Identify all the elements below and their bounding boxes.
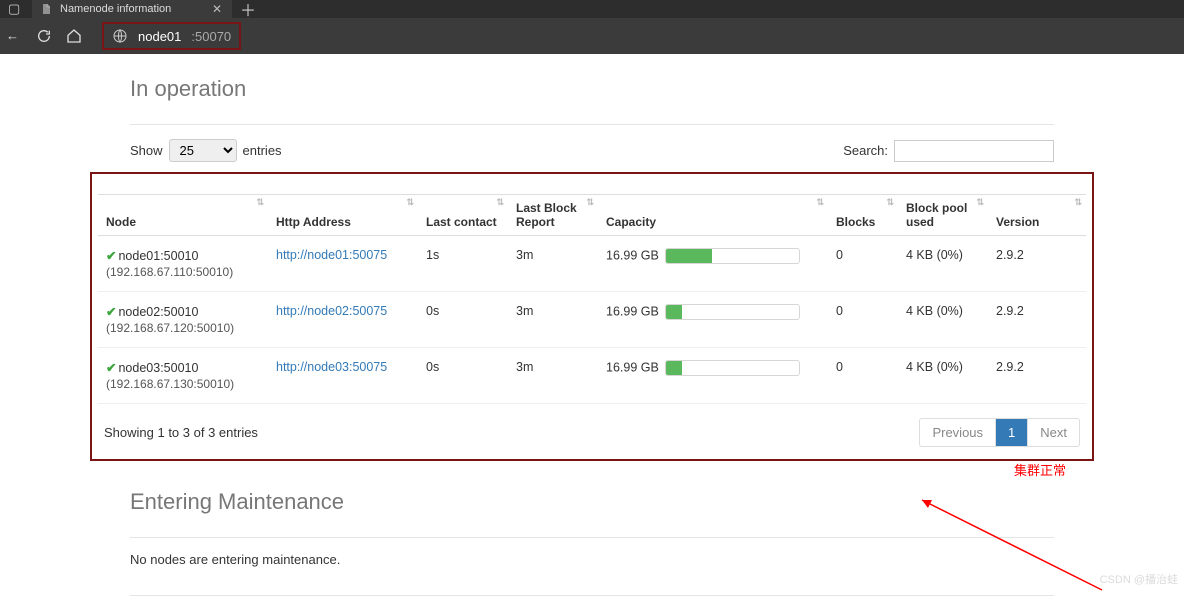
sort-icon: ⇅ <box>256 197 264 208</box>
node-address: (192.168.67.110:50010) <box>106 265 260 279</box>
node-name: node01:50010 <box>118 249 198 263</box>
page-content: In operation Show 102550100 entries Sear… <box>0 54 1184 596</box>
status-check-icon: ✔ <box>106 361 116 375</box>
search-input[interactable] <box>894 140 1054 162</box>
capacity-text: 16.99 GB <box>606 304 659 318</box>
capacity-text: 16.99 GB <box>606 360 659 374</box>
watermark: CSDN @播治蛙 <box>1100 571 1178 587</box>
cell-last-contact: 0s <box>418 347 508 403</box>
http-address-link[interactable]: http://node01:50075 <box>276 248 387 262</box>
pagination: Previous 1 Next <box>919 418 1080 447</box>
cell-blocks: 0 <box>828 235 898 291</box>
annotation-text: 集群正常 <box>1014 460 1066 479</box>
cell-bp-used: 4 KB (0%) <box>898 291 988 347</box>
home-button[interactable] <box>66 28 82 44</box>
cell-version: 2.9.2 <box>988 291 1086 347</box>
col-node[interactable]: Node⇅ <box>98 194 268 235</box>
table-row: ✔node03:50010 (192.168.67.130:50010) http:… <box>98 347 1086 403</box>
highlight-box: Node⇅ Http Address⇅ Last contact⇅ Last B… <box>90 172 1094 461</box>
capacity-text: 16.99 GB <box>606 248 659 262</box>
tab-title: Namenode information <box>60 3 171 15</box>
node-address: (192.168.67.130:50010) <box>106 377 260 391</box>
table-row: ✔node02:50010 (192.168.67.120:50010) http:… <box>98 291 1086 347</box>
status-check-icon: ✔ <box>106 249 116 263</box>
table-info: Showing 1 to 3 of 3 entries <box>104 425 258 440</box>
new-tab-button[interactable]: ＋ <box>232 0 264 21</box>
cell-bp-used: 4 KB (0%) <box>898 347 988 403</box>
col-blocks[interactable]: Blocks⇅ <box>828 194 898 235</box>
capacity-bar <box>665 304 800 320</box>
pager-page-1[interactable]: 1 <box>996 419 1028 446</box>
search-label: Search: <box>843 143 888 158</box>
url-port: :50070 <box>191 29 231 44</box>
entries-label: entries <box>243 143 282 158</box>
node-address: (192.168.67.120:50010) <box>106 321 260 335</box>
col-capacity[interactable]: Capacity⇅ <box>598 194 828 235</box>
address-bar[interactable]: node01 :50070 <box>102 22 241 50</box>
table-controls: Show 102550100 entries Search: <box>130 139 1054 162</box>
cell-blocks: 0 <box>828 291 898 347</box>
node-name: node02:50010 <box>118 305 198 319</box>
col-version[interactable]: Version⇅ <box>988 194 1086 235</box>
window-icon: ▢ <box>8 1 24 17</box>
node-name: node03:50010 <box>118 361 198 375</box>
browser-chrome: ▢ Namenode information ✕ ＋ ← node01 :5007… <box>0 0 1184 54</box>
section-heading-maintenance: Entering Maintenance <box>130 489 1054 515</box>
page-icon <box>40 3 52 15</box>
http-address-link[interactable]: http://node03:50075 <box>276 360 387 374</box>
cell-last-block-report: 3m <box>508 347 598 403</box>
show-label: Show <box>130 143 163 158</box>
pager-next[interactable]: Next <box>1028 419 1079 446</box>
divider <box>130 124 1054 125</box>
table-row: ✔node01:50010 (192.168.67.110:50010) http:… <box>98 235 1086 291</box>
section-heading-in-operation: In operation <box>130 76 1054 102</box>
col-last-contact[interactable]: Last contact⇅ <box>418 194 508 235</box>
refresh-button[interactable] <box>36 28 52 44</box>
page-size-select[interactable]: 102550100 <box>169 139 237 162</box>
globe-icon <box>112 28 128 44</box>
back-button[interactable]: ← <box>6 28 22 44</box>
cell-bp-used: 4 KB (0%) <box>898 235 988 291</box>
http-address-link[interactable]: http://node02:50075 <box>276 304 387 318</box>
cell-blocks: 0 <box>828 347 898 403</box>
divider <box>130 595 1054 596</box>
cell-version: 2.9.2 <box>988 235 1086 291</box>
datanodes-table: Node⇅ Http Address⇅ Last contact⇅ Last B… <box>98 180 1086 404</box>
url-host: node01 <box>138 29 181 44</box>
cell-last-block-report: 3m <box>508 235 598 291</box>
address-bar-row: ← node01 :50070 <box>0 18 1184 54</box>
divider <box>130 537 1054 538</box>
col-http[interactable]: Http Address⇅ <box>268 194 418 235</box>
cell-last-block-report: 3m <box>508 291 598 347</box>
col-bp-used[interactable]: Block pool used⇅ <box>898 194 988 235</box>
close-icon[interactable]: ✕ <box>212 2 222 16</box>
maintenance-note: No nodes are entering maintenance. <box>130 552 1054 567</box>
pager-previous[interactable]: Previous <box>920 419 996 446</box>
status-check-icon: ✔ <box>106 305 116 319</box>
browser-tabs: ▢ Namenode information ✕ ＋ <box>0 0 1184 18</box>
browser-tab[interactable]: Namenode information ✕ <box>32 0 232 18</box>
capacity-bar <box>665 360 800 376</box>
cell-last-contact: 1s <box>418 235 508 291</box>
capacity-bar <box>665 248 800 264</box>
cell-last-contact: 0s <box>418 291 508 347</box>
col-last-block-report[interactable]: Last Block Report⇅ <box>508 194 598 235</box>
cell-version: 2.9.2 <box>988 347 1086 403</box>
